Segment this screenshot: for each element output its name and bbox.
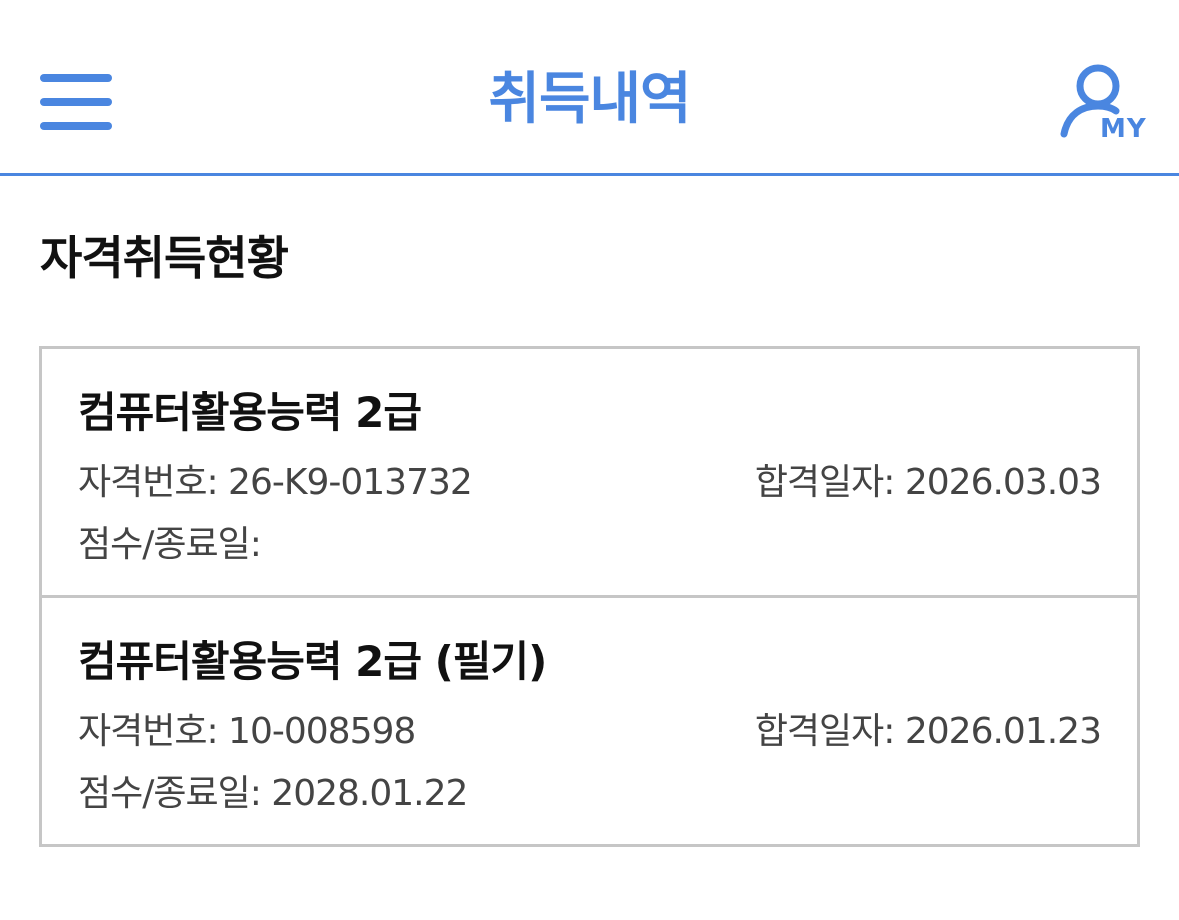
certificate-name: 컴퓨터활용능력 2급 xyxy=(78,388,422,437)
certificate-number: 자격번호: 26-K9-013732 xyxy=(78,462,473,503)
certificate-pass-date: 합격일자: 2026.01.23 xyxy=(754,711,1102,752)
page-title: 취득내역 xyxy=(488,67,691,132)
certificate-card[interactable]: 컴퓨터활용능력 2급 자격번호: 26-K9-013732 합격일자: 2026… xyxy=(42,349,1137,598)
app-header: 취득내역 MY xyxy=(0,0,1179,176)
certificate-name: 컴퓨터활용능력 2급 (필기) xyxy=(78,637,547,686)
certificate-list: 컴퓨터활용능력 2급 자격번호: 26-K9-013732 합격일자: 2026… xyxy=(39,346,1140,847)
certificate-score-end-date: 점수/종료일: xyxy=(78,524,262,565)
certificate-pass-date: 합격일자: 2026.03.03 xyxy=(754,462,1102,503)
my-label: MY xyxy=(1100,114,1147,144)
certificate-score-end-date: 점수/종료일: 2028.01.22 xyxy=(78,773,468,814)
section-title: 자격취득현황 xyxy=(40,231,289,285)
certificate-number: 자격번호: 10-008598 xyxy=(78,711,416,752)
certificate-card[interactable]: 컴퓨터활용능력 2급 (필기) 자격번호: 10-008598 합격일자: 20… xyxy=(42,598,1137,845)
my-page-button[interactable]: MY xyxy=(1056,62,1148,146)
